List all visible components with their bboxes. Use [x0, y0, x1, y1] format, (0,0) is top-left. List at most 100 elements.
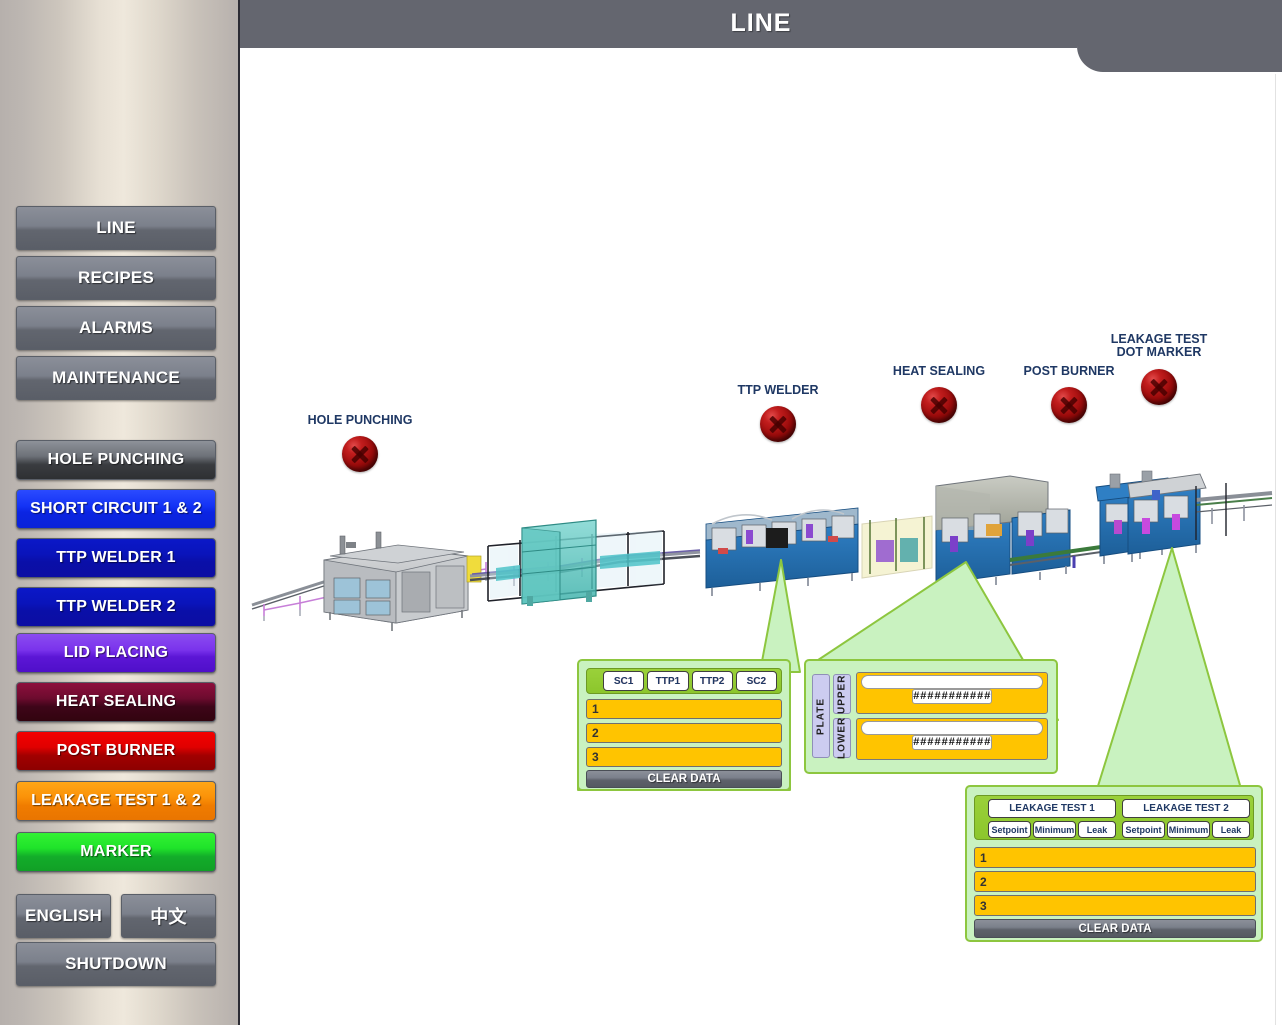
shutdown-button[interactable]: SHUTDOWN	[16, 942, 216, 986]
value-text: ###########	[913, 737, 991, 749]
plate-upper-label: UPPER	[833, 674, 851, 714]
column-label: Setpoint	[992, 825, 1028, 835]
leakage-2-minimum-header[interactable]: Minimum	[1167, 821, 1210, 838]
leakage-test-1-title[interactable]: LEAKAGE TEST 1	[988, 799, 1116, 818]
sidebar-item-label: LINE	[96, 218, 136, 238]
column-label: Setpoint	[1126, 825, 1162, 835]
sidebar-item-alarms[interactable]: ALARMS	[16, 306, 216, 350]
sidebar-item-line[interactable]: LINE	[16, 206, 216, 250]
station-label: TTP WELDER	[737, 384, 818, 397]
plate-upper-field[interactable]	[861, 675, 1043, 689]
plate-upper-value[interactable]: ###########	[912, 689, 992, 704]
sidebar-item-label: LEAKAGE TEST 1 & 2	[31, 792, 201, 810]
sidebar-item-ttp-welder-2[interactable]: TTP WELDER 2	[16, 587, 216, 627]
sidebar-item-lid-placing[interactable]: LID PLACING	[16, 633, 216, 673]
sidebar-item-label: ALARMS	[79, 318, 153, 338]
sidebar-item-short-circuit[interactable]: SHORT CIRCUIT 1 & 2	[16, 489, 216, 529]
tab-label: TTP1	[656, 676, 680, 687]
hmi-screen: LINE RECIPES ALARMS MAINTENANCE HOLE PUN…	[0, 0, 1282, 1025]
station-heat-sealing: HEAT SEALING	[919, 365, 959, 425]
station-label: LEAKAGE TEST DOT MARKER	[1111, 333, 1208, 359]
status-lamp-heat-sealing[interactable]	[921, 387, 957, 423]
title-text: LEAKAGE TEST 2	[1143, 803, 1229, 814]
tab-label: SC1	[614, 676, 633, 687]
station-ttp-welder: TTP WELDER	[758, 384, 798, 444]
station-hole-punching: HOLE PUNCHING	[340, 414, 380, 474]
leakage-2-leak-header[interactable]: Leak	[1212, 821, 1250, 838]
sidebar-item-post-burner[interactable]: POST BURNER	[16, 731, 216, 771]
label-text: PLATE	[816, 697, 827, 734]
status-lamp-leakage-test-dot-marker[interactable]	[1141, 369, 1177, 405]
tab-ttp1[interactable]: TTP1	[647, 671, 688, 691]
status-lamp-ttp-welder[interactable]	[760, 406, 796, 442]
page-title: LINE	[240, 9, 1282, 38]
plate-lower-field[interactable]	[861, 721, 1043, 735]
language-button-chinese[interactable]: 中文	[121, 894, 216, 938]
sidebar-item-label: TTP WELDER 1	[56, 549, 175, 567]
title-text: LEAKAGE TEST 1	[1009, 803, 1095, 814]
sidebar-item-hole-punching[interactable]: HOLE PUNCHING	[16, 440, 216, 480]
sidebar-item-label: HEAT SEALING	[56, 693, 176, 711]
row-index: 1	[592, 702, 599, 716]
station-label: POST BURNER	[1024, 365, 1115, 378]
welder-data-row-2[interactable]: 2	[586, 723, 782, 743]
welder-clear-data-button[interactable]: CLEAR DATA	[586, 770, 782, 788]
language-label: 中文	[150, 903, 186, 929]
leakage-1-setpoint-header[interactable]: Setpoint	[988, 821, 1031, 838]
station-leakage-test-dot-marker: LEAKAGE TEST DOT MARKER	[1139, 333, 1179, 407]
tab-label: SC2	[747, 676, 766, 687]
welder-data-row-1[interactable]: 1	[586, 699, 782, 719]
plate-lower-label: LOWER	[833, 718, 851, 758]
tab-ttp2[interactable]: TTP2	[692, 671, 733, 691]
station-label: HEAT SEALING	[893, 365, 985, 378]
sidebar-item-recipes[interactable]: RECIPES	[16, 256, 216, 300]
sidebar-item-label: TTP WELDER 2	[56, 598, 175, 616]
status-lamp-post-burner[interactable]	[1051, 387, 1087, 423]
tab-label: TTP2	[700, 676, 724, 687]
sidebar-item-maintenance[interactable]: MAINTENANCE	[16, 356, 216, 400]
leakage-2-setpoint-header[interactable]: Setpoint	[1122, 821, 1165, 838]
column-label: Leak	[1221, 825, 1242, 835]
sidebar-item-label: HOLE PUNCHING	[48, 451, 185, 469]
leakage-test-2-title[interactable]: LEAKAGE TEST 2	[1122, 799, 1250, 818]
value-text: ###########	[913, 691, 991, 703]
leakage-data-row-1[interactable]: 1	[974, 847, 1256, 868]
button-label: CLEAR DATA	[1078, 923, 1151, 935]
right-edge-rule	[1275, 74, 1276, 1025]
row-index: 3	[592, 750, 599, 764]
row-index: 2	[980, 875, 987, 889]
sidebar-item-leakage-test[interactable]: LEAKAGE TEST 1 & 2	[16, 781, 216, 821]
row-index: 3	[980, 899, 987, 913]
column-label: Minimum	[1035, 825, 1075, 835]
language-label: ENGLISH	[25, 906, 102, 926]
sidebar-item-ttp-welder-1[interactable]: TTP WELDER 1	[16, 538, 216, 578]
station-label: HOLE PUNCHING	[308, 414, 413, 427]
leakage-clear-data-button[interactable]: CLEAR DATA	[974, 919, 1256, 938]
status-lamp-hole-punching[interactable]	[342, 436, 378, 472]
sidebar-item-label: MARKER	[80, 843, 151, 861]
welder-tabstrip: SC1 TTP1 TTP2 SC2	[586, 668, 782, 694]
leakage-data-row-2[interactable]: 2	[974, 871, 1256, 892]
language-button-english[interactable]: ENGLISH	[16, 894, 111, 938]
tab-sc1[interactable]: SC1	[603, 671, 644, 691]
welder-data-row-3[interactable]: 3	[586, 747, 782, 767]
sidebar-item-marker[interactable]: MARKER	[16, 832, 216, 872]
leakage-1-minimum-header[interactable]: Minimum	[1033, 821, 1076, 838]
button-label: CLEAR DATA	[647, 773, 720, 785]
sidebar-item-label: POST BURNER	[57, 742, 176, 760]
label-text: UPPER	[837, 674, 848, 713]
sidebar: LINE RECIPES ALARMS MAINTENANCE HOLE PUN…	[0, 0, 240, 1025]
column-label: Minimum	[1169, 825, 1209, 835]
tab-sc2[interactable]: SC2	[736, 671, 777, 691]
shutdown-label: SHUTDOWN	[65, 954, 167, 974]
row-index: 2	[592, 726, 599, 740]
sidebar-item-heat-sealing[interactable]: HEAT SEALING	[16, 682, 216, 722]
label-text: LOWER	[837, 717, 848, 759]
sidebar-item-label: LID PLACING	[64, 644, 168, 662]
leakage-1-leak-header[interactable]: Leak	[1078, 821, 1116, 838]
column-label: Leak	[1087, 825, 1108, 835]
plate-lower-value[interactable]: ###########	[912, 735, 992, 750]
leakage-data-row-3[interactable]: 3	[974, 895, 1256, 916]
row-index: 1	[980, 851, 987, 865]
sidebar-item-label: MAINTENANCE	[52, 368, 180, 388]
